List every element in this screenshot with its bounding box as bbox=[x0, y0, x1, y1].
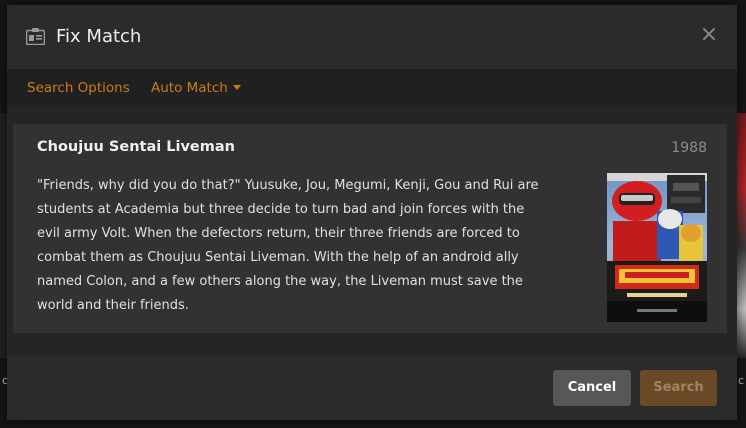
results-list: Choujuu Sentai Liveman 1988 "Friends, wh… bbox=[7, 105, 737, 355]
background-poster-left bbox=[0, 113, 7, 358]
match-result[interactable]: Choujuu Sentai Liveman 1988 "Friends, wh… bbox=[13, 124, 727, 333]
dialog-title: Fix Match bbox=[56, 26, 142, 47]
tab-search-options-label: Search Options bbox=[27, 80, 130, 96]
search-button[interactable]: Search bbox=[640, 370, 717, 406]
result-poster bbox=[607, 173, 707, 322]
tab-auto-match-label: Auto Match bbox=[151, 80, 228, 96]
background-text-right: c bbox=[738, 374, 745, 387]
dialog-header: Fix Match × bbox=[7, 5, 737, 69]
tab-search-options[interactable]: Search Options bbox=[27, 80, 130, 96]
id-card-icon bbox=[26, 28, 45, 45]
dialog-footer: Cancel Search bbox=[7, 355, 737, 420]
caret-down-icon bbox=[232, 84, 241, 90]
options-bar: Search Options Auto Match bbox=[7, 69, 737, 105]
close-icon[interactable]: × bbox=[699, 23, 719, 47]
result-summary: "Friends, why did you do that?" Yuusuke,… bbox=[37, 178, 539, 313]
result-year: 1988 bbox=[671, 140, 707, 156]
fix-match-dialog: Fix Match × Search Options Auto Match Ch… bbox=[7, 5, 737, 420]
tab-auto-match[interactable]: Auto Match bbox=[151, 80, 241, 96]
cancel-button[interactable]: Cancel bbox=[553, 370, 631, 406]
result-title: Choujuu Sentai Liveman bbox=[37, 139, 235, 155]
